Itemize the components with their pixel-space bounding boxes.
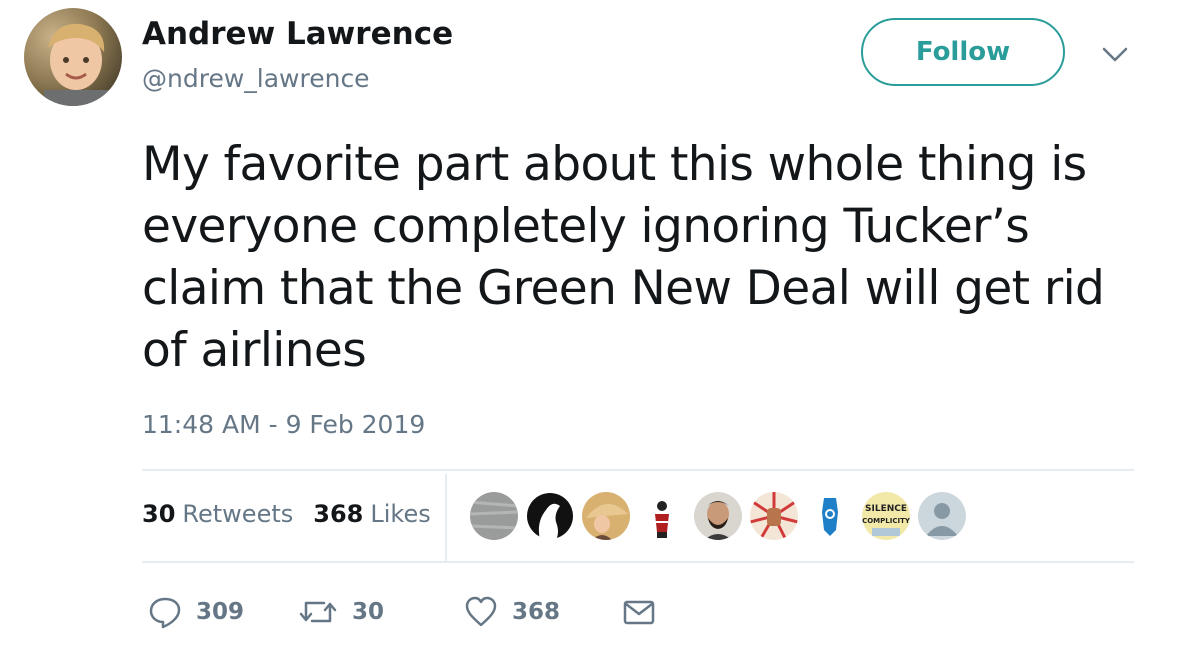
author-display-name[interactable]: Andrew Lawrence <box>142 16 453 52</box>
tweet-text: My favorite part about this whole thing … <box>142 137 1105 378</box>
figurine-avatar-icon <box>638 492 686 540</box>
reply-icon <box>149 597 181 629</box>
heart-icon <box>465 596 497 627</box>
liker-avatar[interactable] <box>526 492 574 540</box>
liker-avatar[interactable] <box>806 492 854 540</box>
reply-count: 309 <box>196 599 245 625</box>
divider <box>142 469 1134 471</box>
likes-stat[interactable]: 368 Likes <box>313 500 430 528</box>
divider <box>142 561 1134 563</box>
avatar-photo-icon <box>24 8 122 106</box>
retweet-icon <box>299 601 337 623</box>
liker-avatar[interactable] <box>918 492 966 540</box>
tweet-timestamp[interactable]: 11:48 AM - 9 Feb 2019 <box>142 410 425 439</box>
like-count: 368 <box>512 599 561 625</box>
follow-button[interactable]: Follow <box>861 18 1065 86</box>
gray-texture-avatar-icon <box>470 492 518 540</box>
fist-avatar-icon <box>750 492 798 540</box>
bearded-man-avatar-icon <box>694 492 742 540</box>
like-button[interactable]: 368 <box>464 595 622 629</box>
likes-label: Likes <box>370 500 431 528</box>
silence-complicity-avatar-icon: SILENCE COMPLICITY <box>862 492 910 540</box>
svg-text:SILENCE: SILENCE <box>865 504 907 514</box>
default-user-avatar-icon <box>918 492 966 540</box>
author-handle[interactable]: @ndrew_lawrence <box>142 64 370 93</box>
retweets-stat[interactable]: 30 Retweets <box>142 500 293 528</box>
liker-avatar[interactable] <box>750 492 798 540</box>
envelope-icon <box>623 600 655 625</box>
svg-text:COMPLICITY: COMPLICITY <box>862 517 910 525</box>
liker-avatar[interactable] <box>582 492 630 540</box>
retweet-button[interactable]: 30 <box>298 595 464 629</box>
retweets-label: Retweets <box>182 500 294 528</box>
author-avatar[interactable] <box>24 8 122 106</box>
silhouette-avatar-icon <box>526 492 574 540</box>
liker-avatar[interactable] <box>638 492 686 540</box>
retweet-count: 30 <box>352 599 385 625</box>
tweet-stats: 30 Retweets 368 Likes <box>142 500 451 528</box>
direct-message-button[interactable] <box>622 595 656 629</box>
chevron-down-icon[interactable] <box>1100 44 1130 66</box>
retweets-count: 30 <box>142 500 176 528</box>
tweet-actions: 309 30 368 <box>148 594 656 630</box>
likes-count: 368 <box>313 500 364 528</box>
follow-button-label: Follow <box>915 37 1011 67</box>
liker-avatar[interactable]: SILENCE COMPLICITY <box>862 492 910 540</box>
lake-tahoe-avatar-icon <box>806 492 854 540</box>
liker-avatar[interactable] <box>694 492 742 540</box>
reply-button[interactable]: 309 <box>148 595 298 629</box>
umbrella-avatar-icon <box>582 492 630 540</box>
liker-avatar[interactable] <box>470 492 518 540</box>
stats-divider <box>445 474 447 562</box>
likers-list: SILENCE COMPLICITY <box>470 490 974 542</box>
